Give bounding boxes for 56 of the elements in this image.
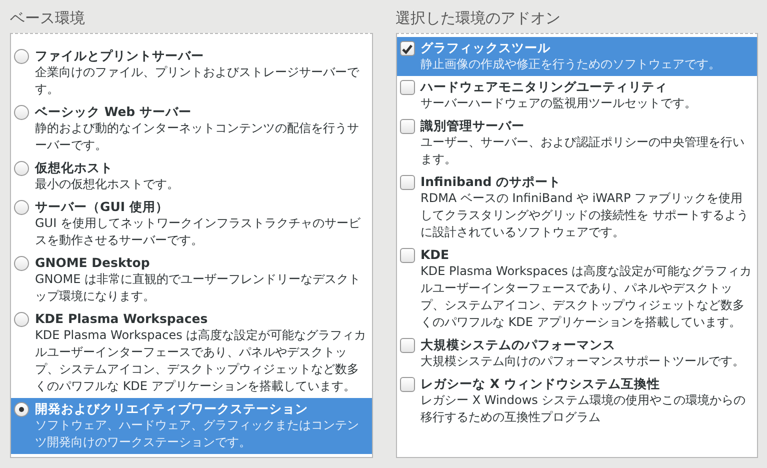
addon-option[interactable]: KDE KDE Plasma Workspaces は高度な設定が可能なグラフィカルユーザーインターフェースであり、パネルやデスクトップ、システムアイコン、デスクトップウィジェットなど数多くのパワフルな KDE アプリケーションを搭載しています。 xyxy=(396,244,757,334)
option-description: RDMA ベースの InfiniBand や iWARP ファブリックを使用してクラスタリングやグリッドの接続性を サポートするように設計されているソフトウェアです。 xyxy=(420,190,750,241)
checkbox[interactable] xyxy=(400,248,414,263)
addon-option[interactable]: 大規模システムのパフォーマンス 大規模システム向けのパフォーマンスサポートツールです。 xyxy=(396,334,757,373)
checkbox[interactable] xyxy=(400,119,414,134)
environment-option[interactable]: 仮想化ホスト 最小の仮想化ホストです。 xyxy=(11,157,372,196)
option-name: 開発およびクリエイティブワークステーション xyxy=(35,400,309,417)
option-name: ベーシック Web サーバー xyxy=(35,103,192,120)
checkbox[interactable] xyxy=(400,41,414,56)
radio-button[interactable] xyxy=(14,161,29,176)
option-description: GUI を使用してネットワークインフラストラクチャのサービスを動作させるサーバーです。 xyxy=(35,215,362,249)
addon-option[interactable]: レガシーな X ウィンドウシステム互換性 レガシー X Windows システム環境の使用やこの環境からの移行するための互換性プログラム xyxy=(396,373,757,429)
option-description: 静的および動的なインターネットコンテンツの配信を行うサーバーです。 xyxy=(35,120,360,154)
environment-option[interactable]: ベーシック Web サーバー 静的および動的なインターネットコンテンツの配信を行うサーバーです。 xyxy=(11,101,372,157)
option-name: 識別管理サーバー xyxy=(420,117,526,134)
radio-button[interactable] xyxy=(14,402,29,417)
option-name: Infiniband のサポート xyxy=(420,173,562,190)
option-name: サーバー（GUI 使用） xyxy=(35,198,170,215)
addon-option[interactable]: Infiniband のサポート RDMA ベースの InfiniBand や iWARP ファブリックを使用してクラスタリングやグリッドの接続性を サポートするように設計されているソフトウェアです。 xyxy=(396,171,757,244)
environment-option[interactable]: KDE Plasma Workspaces KDE Plasma Workspaces は高度な設定が可能なグラフィカルユーザーインターフェースであり、パネルやデスクトップ、システムアイコン、デスクトップウィジェットなど数多くのパワフルな KDE アプリケーションを搭載しています。 xyxy=(11,308,372,398)
environment-option[interactable]: ファイルとプリントサーバー 企業向けのファイル、プリントおよびストレージサーバーです。 xyxy=(11,45,372,101)
option-name: レガシーな X ウィンドウシステム互換性 xyxy=(420,375,661,392)
option-name: 大規模システムのパフォーマンス xyxy=(420,336,616,353)
panel-title: 選択した環境のアドオン xyxy=(396,8,562,29)
radio-button[interactable] xyxy=(14,256,29,271)
addon-option[interactable]: ハードウェアモニタリングユーティリティ サーバーハードウェアの監視用ツールセットです。 xyxy=(396,76,757,115)
radio-button[interactable] xyxy=(14,312,29,327)
environment-option[interactable]: GNOME Desktop GNOME は非常に直観的でユーザーフレンドリーなデスクトップ環境になります。 xyxy=(11,252,372,308)
option-name: KDE xyxy=(420,246,450,263)
option-description: レガシー X Windows システム環境の使用やこの環境からの移行するための互換性プログラム xyxy=(420,392,747,426)
option-description: 静止画像の作成や修正を行うためのソフトウェアです。 xyxy=(420,56,722,73)
option-name: グラフィックスツール xyxy=(420,39,552,56)
radio-button[interactable] xyxy=(14,105,29,120)
option-description: サーバーハードウェアの監視用ツールセットです。 xyxy=(420,95,698,112)
panel-title: ベース環境 xyxy=(10,8,86,29)
checkbox[interactable] xyxy=(400,175,414,190)
option-description: 大規模システム向けのパフォーマンスサポートツールです。 xyxy=(420,353,746,370)
checkbox[interactable] xyxy=(400,338,414,353)
option-description: KDE Plasma Workspaces は高度な設定が可能なグラフィカルユーザーインターフェースであり、パネルやデスクトップ、システムアイコン、デスクトップウィジェットなど数多くのパワフルな KDE アプリケーションを搭載しています。 xyxy=(420,263,753,331)
option-name: KDE Plasma Workspaces xyxy=(35,310,209,327)
radio-button[interactable] xyxy=(14,200,29,215)
option-description: ソフトウェア、ハードウェア、グラフィックまたはコンテンツ開発向けのワークステーションです。 xyxy=(35,417,360,451)
checkbox[interactable] xyxy=(400,377,414,392)
option-description: KDE Plasma Workspaces は高度な設定が可能なグラフィカルユーザーインターフェースであり、パネルやデスクトップ、システムアイコン、デスクトップウィジェットなど数多くのパワフルな KDE アプリケーションを搭載しています。 xyxy=(35,327,368,395)
addon-option[interactable]: 識別管理サーバー ユーザー、サーバー、および認証ポリシーの中央管理を行います。 xyxy=(396,115,757,171)
option-description: 企業向けのファイル、プリントおよびストレージサーバーです。 xyxy=(35,64,360,98)
radio-button[interactable] xyxy=(14,49,29,64)
option-name: GNOME Desktop xyxy=(35,254,151,271)
checkbox[interactable] xyxy=(400,80,414,95)
option-description: 最小の仮想化ホストです。 xyxy=(35,176,180,193)
environment-option[interactable]: サーバー（GUI 使用） GUI を使用してネットワークインフラストラクチャのサービスを動作させるサーバーです。 xyxy=(11,196,372,252)
option-description: ユーザー、サーバー、および認証ポリシーの中央管理を行います。 xyxy=(420,134,746,168)
option-name: 仮想化ホスト xyxy=(35,159,114,176)
option-name: ハードウェアモニタリングユーティリティ xyxy=(420,78,668,95)
option-description: GNOME は非常に直観的でユーザーフレンドリーなデスクトップ環境になります。 xyxy=(35,271,362,305)
option-name: ファイルとプリントサーバー xyxy=(35,47,205,64)
